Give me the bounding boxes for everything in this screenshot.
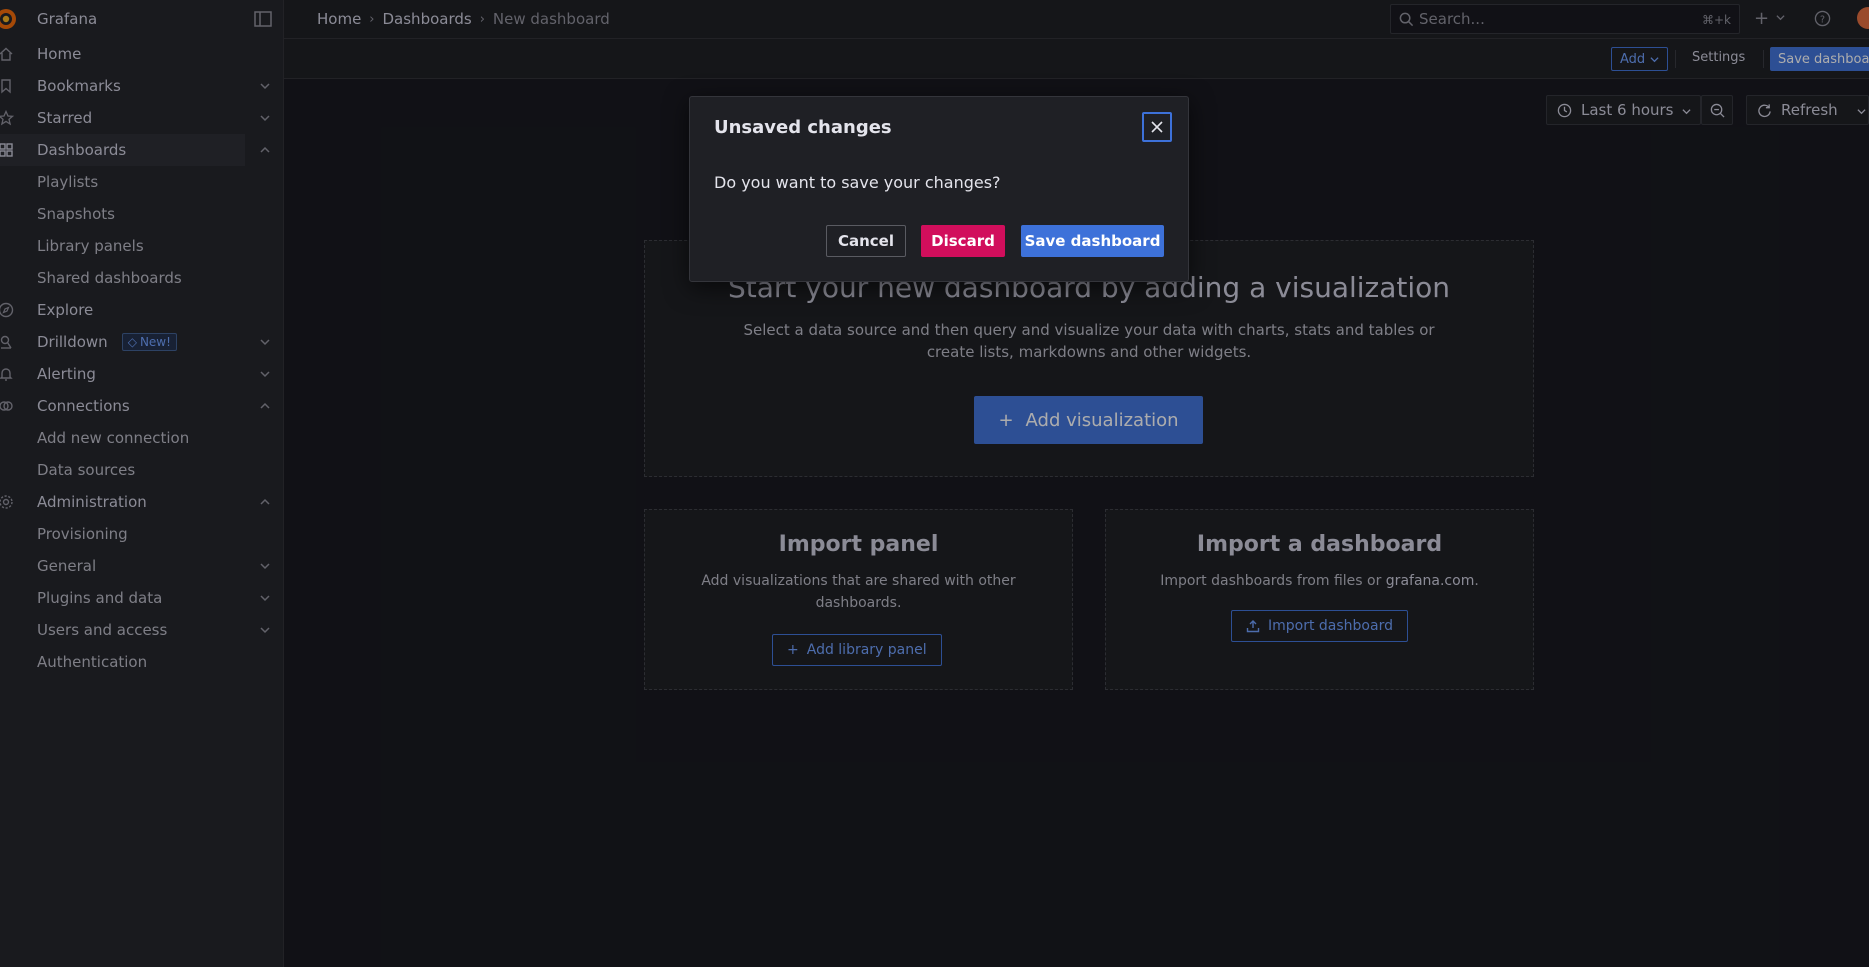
modal-message: Do you want to save your changes?: [714, 173, 1001, 192]
close-icon: [1151, 121, 1163, 133]
modal-save-dashboard-button[interactable]: Save dashboard: [1021, 225, 1164, 257]
modal-close-button[interactable]: [1142, 112, 1172, 142]
cancel-button[interactable]: Cancel: [826, 225, 906, 257]
unsaved-changes-modal: Unsaved changes Do you want to save your…: [689, 96, 1189, 282]
modal-title: Unsaved changes: [714, 117, 892, 138]
discard-button[interactable]: Discard: [921, 225, 1005, 257]
